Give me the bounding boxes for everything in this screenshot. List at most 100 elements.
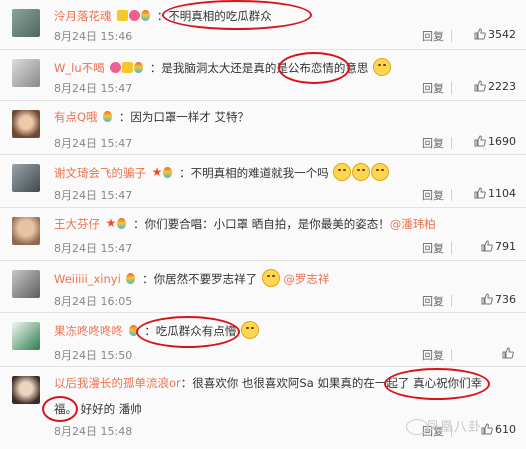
comment-text: ：不明真相的吃瓜群众	[156, 9, 272, 23]
balloon-badge-icon	[126, 273, 136, 284]
divider	[451, 242, 452, 254]
comment-line: 有点Q哦 ：因为口罩一样才 艾特？	[54, 109, 249, 127]
timestamp: 8月24日 15:47	[54, 242, 133, 255]
like-count: 1690	[488, 135, 516, 148]
reply-button[interactable]: 回复	[422, 80, 444, 96]
like-button[interactable]: 791	[481, 240, 516, 253]
divider	[451, 295, 452, 307]
comment-text: ：很喜欢你 也很喜欢阿Sa 如果真的在一起了 真心祝你们幸	[180, 376, 483, 390]
like-count: 736	[495, 293, 516, 306]
vip-badge-icon	[122, 62, 134, 73]
username[interactable]: W_lu不喝	[54, 61, 105, 75]
username[interactable]: Weiiiii_xinyi	[54, 272, 121, 286]
thumbs-up-icon	[502, 347, 514, 359]
timestamp: 8月24日 15:47	[54, 82, 133, 95]
emoji-icon	[352, 163, 371, 181]
vip-badge-icon	[117, 10, 129, 21]
comment-line: 谢文琦会飞的骗子 ★ ：不明真相的难道就我一个吗	[54, 163, 390, 183]
comment-text-continued: 福。 好好的 潘帅	[54, 402, 142, 416]
balloon-badge-icon	[141, 10, 151, 21]
like-button[interactable]: 736	[481, 293, 516, 306]
divider	[451, 349, 452, 361]
mention-link[interactable]: @潘玮柏	[390, 217, 436, 231]
comment-text: ：因为口罩一样才 艾特？	[118, 110, 250, 124]
comment-line: 福。 好好的 潘帅	[54, 401, 142, 417]
avatar[interactable]	[12, 217, 40, 245]
comment-text: ：吃瓜群众有点懵	[144, 324, 237, 338]
comment-line: 果冻咚咚咚咚 ：吃瓜群众有点懵	[54, 321, 259, 341]
username[interactable]: 有点Q哦	[54, 110, 98, 124]
avatar[interactable]	[12, 59, 40, 87]
comment-card: 有点Q哦 ：因为口罩一样才 艾特？ 8月24日 15:47 回复 1690	[0, 101, 526, 155]
user-badges	[128, 325, 139, 341]
divider	[451, 189, 452, 201]
comment-line: Weiiiii_xinyi ：你居然不要罗志祥了 @罗志祥	[54, 269, 329, 289]
emoji-icon	[240, 321, 259, 339]
thumbs-up-icon	[481, 293, 493, 305]
emoji-icon	[373, 58, 392, 76]
thumbs-up-icon	[481, 423, 493, 435]
user-badges	[126, 273, 136, 289]
user-badges: ★	[105, 216, 128, 234]
divider	[451, 137, 452, 149]
heart-badge-icon	[129, 10, 141, 21]
balloon-badge-icon	[134, 62, 144, 73]
avatar[interactable]	[12, 110, 40, 138]
like-count: 791	[495, 240, 516, 253]
like-button[interactable]: 1104	[474, 187, 516, 200]
reply-button[interactable]: 回复	[422, 347, 444, 363]
avatar[interactable]	[12, 270, 40, 298]
comment-card: 泠月落花魂 ：不明真相的吃瓜群众 8月24日 15:46 回复 3542	[0, 0, 526, 50]
reply-button[interactable]: 回复	[422, 135, 444, 151]
thumbs-up-icon	[474, 187, 486, 199]
comment-card: 以后我漫长的孤单流浪or：很喜欢你 也很喜欢阿Sa 如果真的在一起了 真心祝你们…	[0, 367, 526, 449]
comment-line: W_lu不喝 ：是我脑洞太大还是真的是公布恋情的意思	[54, 58, 392, 78]
username[interactable]: 谢文琦会飞的骗子	[54, 166, 146, 180]
username[interactable]: 王大芬仔	[54, 217, 100, 231]
comment-text: ：你居然不要罗志祥了	[142, 272, 258, 286]
like-button[interactable]: 2223	[474, 80, 516, 93]
comment-card: 王大芬仔 ★ ：你们要合唱：小口罩 晒自拍，是你最美的姿态！@潘玮柏 8月24日…	[0, 208, 526, 261]
emoji-icon	[261, 269, 280, 287]
like-count: 1104	[488, 187, 516, 200]
comment-text: ：是我脑洞太大还是真的是公布恋情的意思	[149, 61, 369, 75]
username[interactable]: 泠月落花魂	[54, 9, 112, 23]
like-button[interactable]: 610	[481, 423, 516, 436]
reply-button[interactable]: 回复	[422, 293, 444, 309]
comment-text: ：不明真相的难道就我一个吗	[179, 166, 329, 180]
comment-card: Weiiiii_xinyi ：你居然不要罗志祥了 @罗志祥 8月24日 16:0…	[0, 261, 526, 313]
divider	[451, 30, 452, 42]
user-badges	[117, 10, 151, 26]
balloon-badge-icon	[103, 111, 113, 122]
avatar[interactable]	[12, 9, 40, 37]
timestamp: 8月24日 15:46	[54, 30, 133, 43]
username[interactable]: 以后我漫长的孤单流浪or	[54, 376, 181, 390]
comment-card: W_lu不喝 ：是我脑洞太大还是真的是公布恋情的意思 8月24日 15:47 回…	[0, 50, 526, 101]
timestamp: 8月24日 15:50	[54, 349, 133, 362]
comment-text: ：你们要合唱：小口罩 晒自拍，是你最美的姿态！	[133, 217, 390, 231]
avatar[interactable]	[12, 376, 40, 404]
like-button[interactable]	[502, 347, 516, 360]
like-count: 610	[495, 423, 516, 436]
comment-line: 以后我漫长的孤单流浪or：很喜欢你 也很喜欢阿Sa 如果真的在一起了 真心祝你们…	[54, 375, 482, 391]
balloon-badge-icon	[117, 218, 127, 229]
thumbs-up-icon	[474, 28, 486, 40]
comment-card: 谢文琦会飞的骗子 ★ ：不明真相的难道就我一个吗 8月24日 15:47 回复 …	[0, 155, 526, 208]
avatar[interactable]	[12, 164, 40, 192]
star-badge-icon: ★	[105, 216, 117, 230]
username[interactable]: 果冻咚咚咚咚	[54, 324, 123, 338]
user-badges: ★	[152, 166, 174, 183]
like-button[interactable]: 3542	[474, 28, 516, 41]
avatar[interactable]	[12, 322, 40, 350]
like-count: 3542	[488, 28, 516, 41]
like-button[interactable]: 1690	[474, 135, 516, 148]
mention-link[interactable]: @罗志祥	[283, 272, 329, 286]
heart-badge-icon	[110, 62, 122, 73]
balloon-badge-icon	[128, 325, 138, 336]
reply-button[interactable]: 回复	[422, 240, 444, 256]
timestamp: 8月24日 15:48	[54, 425, 133, 438]
timestamp: 8月24日 16:05	[54, 295, 133, 308]
timestamp: 8月24日 15:47	[54, 137, 133, 150]
reply-button[interactable]: 回复	[422, 187, 444, 203]
reply-button[interactable]: 回复	[422, 28, 444, 44]
